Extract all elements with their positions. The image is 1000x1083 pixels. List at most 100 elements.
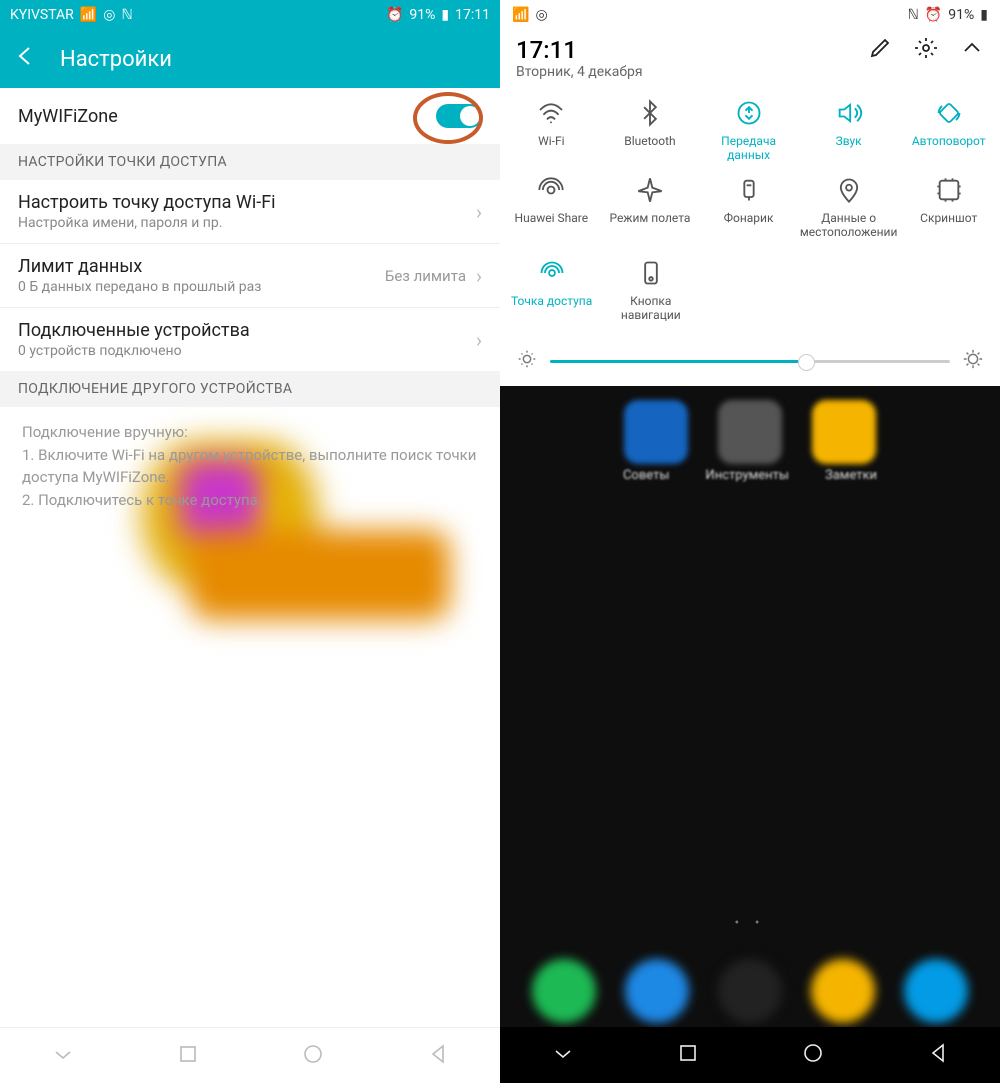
nav-bar: [0, 1027, 500, 1083]
clock: 17:11: [455, 7, 490, 23]
qs-time: 17:11: [516, 36, 643, 64]
brightness-high-icon: [962, 348, 984, 374]
signal-icon: 📶: [512, 7, 529, 23]
qs-tile-location[interactable]: Данные о местоположении: [798, 169, 899, 246]
app-label: Советы: [623, 468, 669, 483]
page-indicator: • •: [500, 915, 1000, 931]
qs-tile-airplane[interactable]: Режим полета: [601, 169, 700, 246]
quicksettings-screen: 📶 ◎ ℕ ⏰ 91% ▮ 17:11 Вторник, 4 декабря W…: [500, 0, 1000, 1083]
dock-messages-icon[interactable]: [625, 959, 689, 1023]
section-connect-other: ПОДКЛЮЧЕНИЕ ДРУГОГО УСТРОЙСТВА: [0, 371, 500, 407]
alarm-icon: ⏰: [925, 7, 942, 23]
nav-recent-icon[interactable]: [176, 1042, 200, 1070]
app-icon-notes[interactable]: [812, 400, 876, 464]
qs-tile-rotate[interactable]: Автоповорот: [899, 92, 998, 169]
qs-tile-label: Звук: [834, 134, 864, 160]
dock-chrome-icon[interactable]: [811, 959, 875, 1023]
brightness-slider[interactable]: [550, 360, 950, 363]
status-bar: KYIVSTAR 📶 ◎ ℕ ⏰ 91% ▮ 17:11: [0, 0, 500, 30]
collapse-icon[interactable]: [960, 36, 984, 64]
carrier-label: KYIVSTAR: [10, 7, 74, 23]
limit-value: Без лимита: [385, 267, 466, 285]
dock-phone-icon[interactable]: [532, 959, 596, 1023]
qs-tile-wifi[interactable]: Wi-Fi: [502, 92, 601, 169]
qs-tile-label: Передача данных: [699, 134, 798, 163]
nav-home-icon[interactable]: [301, 1042, 325, 1070]
signal-icon: 📶: [80, 7, 97, 23]
battery-icon: ▮: [980, 7, 988, 23]
qs-tile-label: Bluetooth: [622, 134, 677, 160]
app-label: Заметки: [825, 468, 877, 483]
qs-tile-share[interactable]: Huawei Share: [502, 169, 601, 246]
row-connected-devices[interactable]: Подключенные устройства 0 устройств подк…: [0, 308, 500, 371]
highlight-circle-toggle: [413, 92, 483, 144]
manual-step-2: 2. Подключитесь к точке доступа.: [22, 489, 478, 512]
qs-tile-navbtn[interactable]: Кнопка навигации: [601, 252, 700, 329]
dock: [500, 959, 1000, 1023]
qs-tile-flash[interactable]: Фонарик: [699, 169, 798, 246]
chevron-right-icon: ›: [476, 328, 482, 352]
nav-expand-icon[interactable]: [551, 1041, 575, 1069]
limit-title: Лимит данных: [18, 256, 261, 277]
rotate-icon: [934, 98, 964, 128]
limit-sub: 0 Б данных передано в прошлый раз: [18, 279, 261, 295]
qs-tile-bluetooth[interactable]: Bluetooth: [601, 92, 700, 169]
sound-icon: [834, 98, 864, 128]
nav-back-icon[interactable]: [926, 1041, 950, 1069]
brightness-slider-row: [500, 338, 1000, 386]
qs-tile-label: Кнопка навигации: [601, 294, 700, 323]
edit-icon[interactable]: [868, 36, 892, 64]
hotspot-icon: [537, 258, 567, 288]
battery-pct: 91%: [409, 7, 435, 23]
wifi-icon: [536, 98, 566, 128]
row-configure-hotspot[interactable]: Настроить точку доступа Wi-Fi Настройка …: [0, 180, 500, 244]
screenshot-icon: [934, 175, 964, 205]
back-icon[interactable]: [14, 44, 38, 74]
brightness-low-icon: [516, 348, 538, 374]
app-icon-tools[interactable]: [718, 400, 782, 464]
nav-expand-icon[interactable]: [51, 1042, 75, 1070]
battery-icon: ▮: [441, 7, 449, 23]
devices-title: Подключенные устройства: [18, 320, 250, 341]
devices-sub: 0 устройств подключено: [18, 343, 250, 359]
airplane-icon: [635, 175, 665, 205]
qs-tile-screenshot[interactable]: Скриншот: [899, 169, 998, 246]
gear-icon[interactable]: [914, 36, 938, 64]
location-icon: [834, 175, 864, 205]
app-icon-tips[interactable]: [624, 400, 688, 464]
qs-tile-row3: Точка доступа Кнопка навигации: [500, 252, 1000, 339]
share-icon: [536, 175, 566, 205]
manual-step-1: 1. Включите Wi-Fi на другом устройстве, …: [22, 444, 478, 489]
qs-tile-hotspot[interactable]: Точка доступа: [502, 252, 601, 329]
settings-screen: KYIVSTAR 📶 ◎ ℕ ⏰ 91% ▮ 17:11 Настройки M…: [0, 0, 500, 1083]
qs-tile-label: Huawei Share: [513, 211, 591, 237]
qs-tile-sound[interactable]: Звук: [798, 92, 899, 169]
configure-title: Настроить точку доступа Wi-Fi: [18, 192, 276, 213]
nav-back-icon[interactable]: [426, 1042, 450, 1070]
bluetooth-icon: [635, 98, 665, 128]
configure-sub: Настройка имени, пароля и пр.: [18, 215, 276, 231]
qs-tile-label: Данные о местоположении: [798, 211, 899, 240]
alarm-icon: ⏰: [386, 7, 403, 23]
qs-tile-label: Точка доступа: [509, 294, 594, 320]
nav-home-icon[interactable]: [801, 1041, 825, 1069]
nfc-icon: ℕ: [121, 7, 132, 23]
qs-tile-label: Wi-Fi: [536, 134, 566, 160]
navbtn-icon: [636, 258, 666, 288]
battery-pct: 91%: [948, 7, 974, 23]
section-hotspot-settings: НАСТРОЙКИ ТОЧКИ ДОСТУПА: [0, 144, 500, 180]
qs-tile-label: Автоповорот: [910, 134, 988, 160]
nav-recent-icon[interactable]: [676, 1041, 700, 1069]
manual-head: Подключение вручную:: [22, 421, 478, 444]
qs-header: 17:11 Вторник, 4 декабря: [500, 30, 1000, 88]
app-label: Инструменты: [705, 468, 789, 483]
qs-tile-data[interactable]: Передача данных: [699, 92, 798, 169]
data-icon: [734, 98, 764, 128]
chevron-right-icon: ›: [476, 264, 482, 288]
dock-camera-icon[interactable]: [904, 959, 968, 1023]
page-header: Настройки: [0, 30, 500, 88]
row-data-limit[interactable]: Лимит данных 0 Б данных передано в прошл…: [0, 244, 500, 308]
nav-bar: [500, 1027, 1000, 1083]
dock-apps-icon[interactable]: [718, 959, 782, 1023]
home-wallpaper: Советы Инструменты Заметки • •: [500, 386, 1000, 1083]
